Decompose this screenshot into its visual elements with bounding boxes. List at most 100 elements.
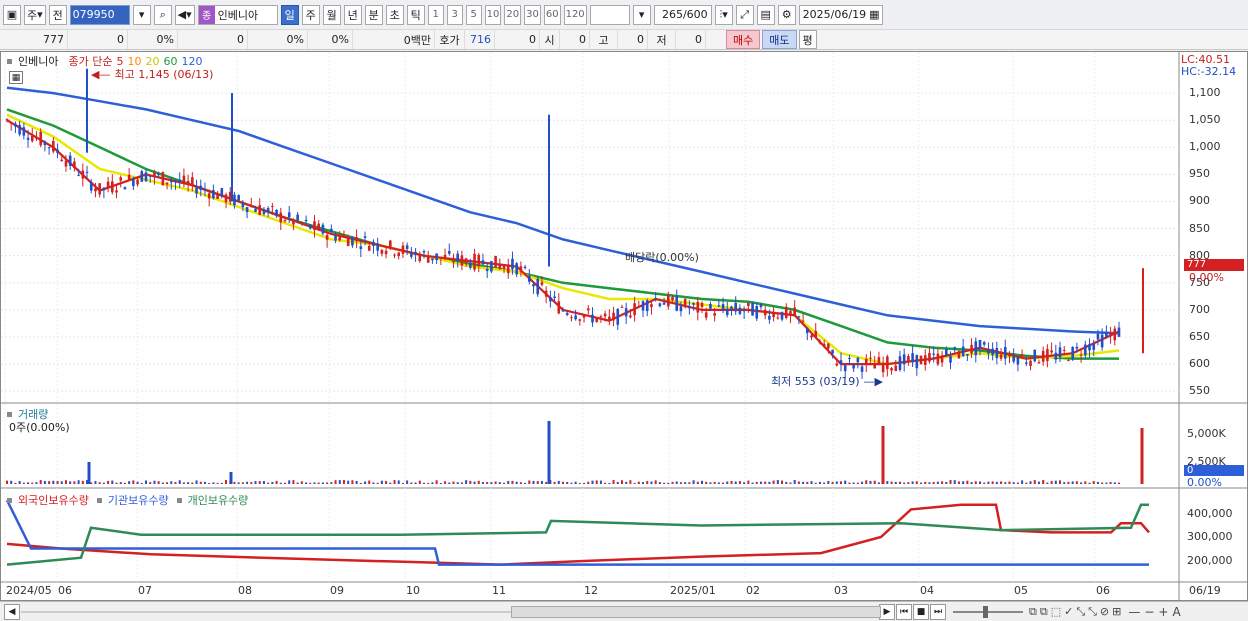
settings-gear-icon[interactable]: ⚙: [777, 4, 796, 25]
candle-body: [161, 172, 165, 186]
date-input[interactable]: 2025/06/19 ▦: [798, 4, 883, 25]
dividend-annotation: 배당락(0.00%): [625, 251, 699, 264]
volume-bar: [64, 480, 67, 484]
buy-button[interactable]: 매수: [726, 30, 761, 49]
candle-body: [477, 254, 481, 267]
volume-bar: [1016, 482, 1019, 484]
candle-body: [494, 255, 497, 268]
stock-name-field[interactable]: 종 인베니아: [197, 4, 278, 25]
candle-body: [835, 363, 839, 366]
interval-30[interactable]: 30: [524, 4, 541, 25]
candle-body: [148, 175, 152, 177]
trend-tool-icon[interactable]: ⤢: [735, 4, 754, 25]
volume-bar: [646, 481, 649, 484]
stop-icon[interactable]: ■: [913, 603, 929, 620]
volume-bar: [102, 482, 105, 484]
volume-bar: [166, 482, 169, 484]
volume-bar: [486, 481, 489, 484]
last-page-icon[interactable]: ⏭: [930, 603, 946, 620]
interval-120[interactable]: 120: [563, 4, 587, 25]
volume-bar: [675, 481, 678, 484]
volume-bar: [949, 480, 952, 484]
interval-dropdown-icon[interactable]: ▾: [632, 4, 651, 25]
tab-year[interactable]: 년: [343, 4, 362, 25]
interval-1[interactable]: 1: [427, 4, 444, 25]
chart-canvas[interactable]: [1, 52, 1247, 600]
candle-body: [557, 301, 561, 314]
interval-60[interactable]: 60: [543, 4, 561, 25]
individual-holdings-label[interactable]: 개인보유수량: [188, 492, 249, 508]
volume-bar: [519, 482, 522, 484]
code-dropdown-icon[interactable]: ▾: [132, 4, 151, 25]
stock-code-input[interactable]: 079950: [69, 4, 130, 25]
volume-bar: [490, 482, 493, 484]
foreign-holdings-label[interactable]: 외국인보유수량: [18, 492, 89, 508]
scroll-right-icon[interactable]: ▶: [879, 603, 895, 620]
custom-interval-input[interactable]: [589, 4, 630, 25]
x-tick-label: 2024/05: [6, 584, 52, 597]
candle-body: [98, 183, 101, 195]
min-annotation: 최저 553 (03/19) —▶: [771, 373, 883, 389]
volume-bar: [195, 480, 198, 484]
horizontal-scrollbar[interactable]: [21, 605, 881, 618]
avg-button[interactable]: 평: [798, 30, 817, 49]
volume-bar: [920, 482, 923, 484]
volume-bar: [1071, 481, 1074, 484]
count-input[interactable]: 265/600: [653, 4, 712, 25]
volume-bar: [595, 480, 598, 484]
volume-bar: [321, 482, 324, 484]
save-icon[interactable]: ▤: [756, 4, 775, 25]
prev-button[interactable]: 전: [48, 4, 67, 25]
volume-bar: [911, 481, 914, 484]
candle-body: [300, 222, 304, 224]
volume-current-pct: 0.00%: [1187, 476, 1222, 489]
interval-10[interactable]: 10: [484, 4, 502, 25]
scrollbar-thumb[interactable]: [511, 605, 881, 618]
drawing-tools-icons[interactable]: ⧉⧉⬚✓⤡⤡⊘⊞: [1029, 605, 1124, 619]
tab-day[interactable]: 일: [280, 4, 299, 25]
sound-icon[interactable]: ◀▾: [174, 4, 195, 25]
interval-3[interactable]: 3: [446, 4, 463, 25]
interval-5[interactable]: 5: [465, 4, 482, 25]
volume-bar: [848, 482, 851, 484]
candle-body: [519, 266, 523, 271]
zoom-slider[interactable]: [953, 605, 1023, 618]
candle-body: [953, 347, 957, 349]
stock-label[interactable]: 인베니아: [18, 53, 58, 69]
tab-tick[interactable]: 틱: [406, 4, 425, 25]
candle-body: [645, 300, 649, 312]
volume-bar: [562, 481, 564, 484]
legend-dot-icon: [7, 497, 12, 503]
zoom-controls-icons[interactable]: —−+A: [1128, 605, 1184, 619]
candle-body: [296, 214, 299, 221]
current-price: 777: [0, 30, 68, 49]
candle-body: [191, 177, 194, 185]
candle-body: [1100, 334, 1104, 348]
volume-value: 0주(0.00%): [9, 421, 70, 434]
volume-bar: [654, 480, 657, 484]
tab-minute[interactable]: 분: [364, 4, 383, 25]
search-icon[interactable]: ⌕: [153, 4, 172, 25]
interval-20[interactable]: 20: [504, 4, 522, 25]
calendar-icon[interactable]: ▦: [869, 8, 879, 21]
volume-bar: [1046, 482, 1049, 484]
window-menu-icon[interactable]: ▣: [3, 4, 21, 25]
price-change: 0: [68, 30, 128, 49]
volume-bar: [1042, 480, 1045, 484]
table-view-icon[interactable]: ▦: [9, 71, 23, 84]
candle-body: [115, 190, 118, 193]
volume-bar: [802, 481, 805, 484]
first-page-icon[interactable]: ⏮: [896, 603, 912, 620]
scroll-left-icon[interactable]: ◀: [4, 603, 20, 620]
chart-area[interactable]: 인베니아 종가 단순 5 10 20 60 120 ▦ ◀— 최고 1,145 …: [0, 51, 1248, 601]
tab-week[interactable]: 주: [301, 4, 320, 25]
period-select[interactable]: 주 ▾: [24, 4, 46, 25]
tab-month[interactable]: 월: [322, 4, 341, 25]
tab-second[interactable]: 초: [385, 4, 404, 25]
volume-bar: [861, 481, 864, 484]
sell-button[interactable]: 매도: [762, 30, 797, 49]
x-tick-label: 11: [492, 584, 506, 597]
candle-type-icon[interactable]: ⫶▾: [714, 4, 733, 25]
institution-holdings-label[interactable]: 기관보유수량: [108, 492, 169, 508]
volume-bar: [48, 481, 51, 484]
